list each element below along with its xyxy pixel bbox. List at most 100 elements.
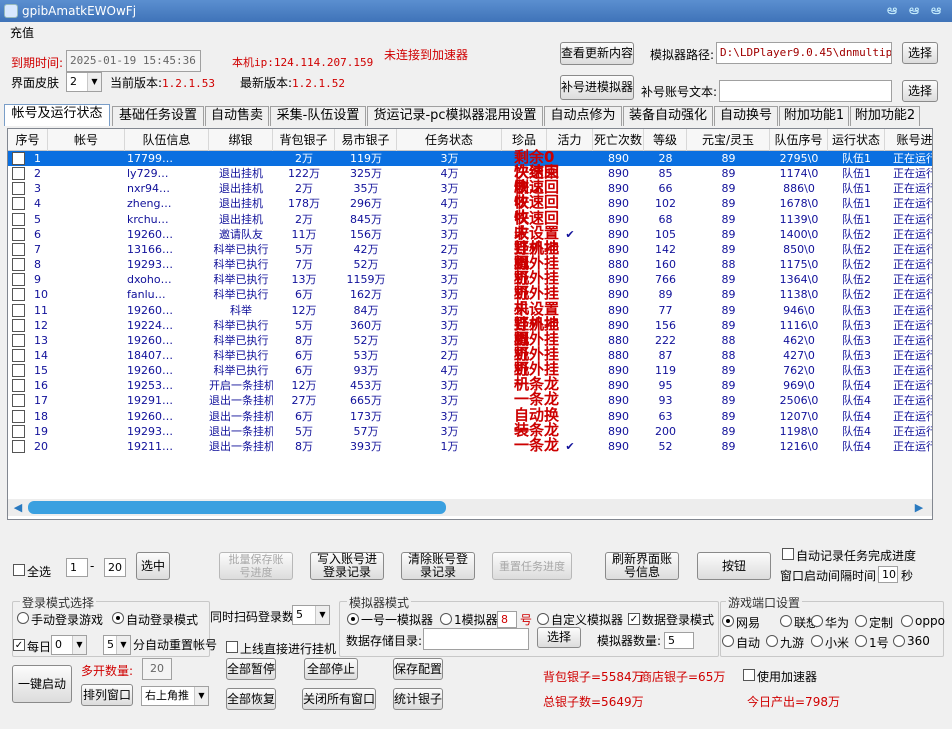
table-row[interactable]: 2 ly729… 退出挂机 122万 325万 4万 快速回收 890 85 89 1174\0 队伍… bbox=[8, 165, 932, 195]
game-port-radio[interactable] bbox=[901, 615, 913, 627]
tab-auto-sell[interactable]: 自动售卖 bbox=[205, 106, 269, 126]
custom-emulator-radio[interactable] bbox=[537, 613, 549, 625]
column-header[interactable]: 帐号 bbox=[48, 129, 125, 151]
select-range-button[interactable]: 选中 bbox=[136, 552, 170, 580]
column-header[interactable]: 账号进 bbox=[885, 129, 932, 151]
multi-count-input[interactable]: 8 bbox=[497, 611, 517, 628]
manual-login-radio[interactable] bbox=[17, 612, 29, 624]
window-interval-input[interactable]: 10 bbox=[878, 566, 898, 583]
scroll-left-icon[interactable]: ◀ bbox=[10, 499, 26, 516]
supplement-select-button[interactable]: 选择 bbox=[902, 80, 938, 102]
multi-open-input[interactable]: 20 bbox=[142, 658, 172, 680]
table-row[interactable]: 1 17799… 2万 119万 3万 剩余0次结束剧… 890 28 89 2795\0 队伍1 正… bbox=[8, 150, 932, 195]
table-row[interactable]: 15 19260… 科举已执行 6万 93万 4万 野外挂机 890 119 89 762\0 队伍3… bbox=[8, 362, 932, 392]
column-header[interactable]: 序号 bbox=[8, 129, 48, 151]
game-port-radio[interactable] bbox=[780, 615, 792, 627]
data-dir-input[interactable] bbox=[423, 628, 529, 650]
select-all-checkbox[interactable] bbox=[13, 564, 25, 576]
bulk-save-login-button[interactable]: 批量保存账号进度 bbox=[219, 552, 293, 580]
refresh-ui-button[interactable]: 刷新界面账号信息 bbox=[605, 552, 679, 580]
tab-equip-enhance[interactable]: 装备自动强化 bbox=[623, 106, 713, 126]
game-port-radio[interactable] bbox=[766, 635, 778, 647]
emulator-path-select-button[interactable]: 选择 bbox=[902, 42, 938, 64]
table-row[interactable]: 4 zheng… 退出挂机 178万 296万 4万 快速回收 890 102 89 1678\0 队… bbox=[8, 195, 932, 225]
table-row[interactable]: 7 13166… 科举已执行 5万 42万 2万 野外挂机 890 142 89 850\0 队伍2 正… bbox=[8, 240, 932, 270]
table-row[interactable]: 16 19253… 开启一条挂机 12万 453万 3万 一条龙 890 95 89 969\0 队伍… bbox=[8, 377, 932, 393]
emulator-count-input[interactable]: 5 bbox=[664, 632, 694, 649]
column-header[interactable]: 易市银子 bbox=[335, 129, 397, 151]
daily-checkbox[interactable]: ✓ bbox=[13, 639, 25, 651]
scrollbar-thumb[interactable] bbox=[28, 501, 446, 514]
game-port-radio[interactable] bbox=[893, 635, 905, 647]
reset-progress-button[interactable]: 重置任务进度 bbox=[492, 552, 572, 580]
scan-login-select[interactable]: 5 ▼ bbox=[292, 605, 330, 625]
game-port-radio[interactable] bbox=[722, 635, 734, 647]
table-row[interactable]: 12 19224… 科举已执行 5万 360万 3万 野外挂机 890 156 89 1116\0 队… bbox=[8, 316, 932, 346]
daily-hour-select[interactable]: 0 ▼ bbox=[51, 635, 87, 655]
table-row[interactable]: 18 19260… 退出一条挂机 6万 173万 3万 自动换装 890 63 89 1207\0 队… bbox=[8, 407, 932, 437]
generic-button[interactable]: 按钮 bbox=[697, 552, 771, 580]
pause-all-button[interactable]: 全部暂停 bbox=[226, 658, 276, 680]
daily-min-select[interactable]: 5 ▼ bbox=[103, 635, 131, 655]
tab-accounts[interactable]: 帐号及运行状态 bbox=[4, 104, 110, 126]
table-row[interactable]: 13 19260… 科举已执行 8万 52万 3万 野外挂机 880 222 88 462\0 队伍3… bbox=[8, 331, 932, 361]
tab-freight-records[interactable]: 货运记录-pc模拟器混用设置 bbox=[367, 106, 543, 126]
column-header[interactable]: 背包银子 bbox=[273, 129, 335, 151]
column-header[interactable]: 任务状态 bbox=[397, 129, 502, 151]
column-header[interactable]: 元宝/灵玉 bbox=[687, 129, 770, 151]
check-update-button[interactable]: 查看更新内容 bbox=[560, 42, 634, 65]
supplement-text-input[interactable] bbox=[719, 80, 892, 102]
table-row[interactable]: 9 dxoho… 科举已执行 13万 1159万 3万 野外挂机 890 766 89 1364\0… bbox=[8, 271, 932, 301]
clear-login-button[interactable]: 清除账号登录记录 bbox=[401, 552, 475, 580]
range-to-input[interactable]: 20 bbox=[104, 558, 126, 577]
auto-record-checkbox[interactable] bbox=[782, 548, 794, 560]
game-port-radio[interactable] bbox=[722, 615, 734, 627]
column-header[interactable]: 死亡次数 bbox=[593, 129, 644, 151]
tab-auto-switch[interactable]: 自动换号 bbox=[714, 106, 778, 126]
stop-all-button[interactable]: 全部停止 bbox=[304, 658, 358, 680]
table-row[interactable]: 11 19260… 科举 12万 84万 3万 未设置挂机地图 890 77 89 946\0 队伍3… bbox=[8, 301, 932, 346]
game-port-radio[interactable] bbox=[811, 615, 823, 627]
one-per-emulator-radio[interactable] bbox=[347, 613, 359, 625]
arrange-windows-button[interactable]: 排列窗口 bbox=[81, 684, 133, 706]
corner-select[interactable]: 右上角推 ▼ bbox=[141, 686, 209, 706]
table-row[interactable]: 6 19260… 邀请队友 11万 156万 3万 未设置挂机地图 ✔ 890 105 89 1400… bbox=[8, 225, 932, 270]
table-row[interactable]: 10 fanlu… 科举已执行 6万 162万 3万 野外挂机 890 89 89 1138\0 队伍… bbox=[8, 286, 932, 316]
data-login-checkbox[interactable]: ✓ bbox=[628, 613, 640, 625]
table-row[interactable]: 20 19211… 退出一条挂机 8万 393万 1万 一条龙 ✔ 890 52 89 1216\0 队… bbox=[8, 437, 932, 454]
table-row[interactable]: 17 19291… 退出一条挂机 27万 665万 3万 一条龙 890 93 89 2506\0 队… bbox=[8, 392, 932, 408]
column-header[interactable]: 等级 bbox=[644, 129, 687, 151]
minimize-icon[interactable]: ఆ bbox=[884, 4, 900, 18]
count-silver-button[interactable]: 统计银子 bbox=[393, 688, 443, 710]
auto-login-radio[interactable] bbox=[112, 612, 124, 624]
menu-recharge[interactable]: 充值 bbox=[10, 24, 34, 41]
range-from-input[interactable]: 1 bbox=[66, 558, 88, 577]
column-header[interactable]: 队伍序号 bbox=[770, 129, 828, 151]
skin-select[interactable]: 2 ▼ bbox=[66, 72, 102, 92]
column-header[interactable]: 绑银 bbox=[209, 129, 273, 151]
tab-extra-1[interactable]: 附加功能1 bbox=[779, 106, 849, 126]
tab-team-settings[interactable]: 采集-队伍设置 bbox=[270, 106, 366, 126]
table-row[interactable]: 5 krchu… 退出挂机 2万 845万 3万 快速回收 890 68 89 1139\0 队伍1 正… bbox=[8, 210, 932, 240]
column-header[interactable]: 运行状态 bbox=[828, 129, 885, 151]
table-row[interactable]: 14 18407… 科举已执行 6万 53万 2万 野外挂机 880 87 88 427\0 队伍3 正… bbox=[8, 346, 932, 376]
write-login-button[interactable]: 写入账号进登录记录 bbox=[310, 552, 384, 580]
data-dir-select-button[interactable]: 选择 bbox=[537, 627, 581, 648]
table-row[interactable]: 8 19293… 科举已执行 7万 52万 3万 野外挂机 880 160 88 1175\0 队伍2… bbox=[8, 256, 932, 286]
table-row[interactable]: 19 19293… 退出一条挂机 5万 57万 3万 一条龙 890 200 89 1198\0 队伍… bbox=[8, 422, 932, 439]
maximize-icon[interactable]: ఆ bbox=[906, 4, 922, 18]
save-config-button[interactable]: 保存配置 bbox=[393, 658, 443, 680]
direct-hang-checkbox[interactable] bbox=[226, 641, 238, 653]
one-click-start-button[interactable]: 一键启动 bbox=[12, 665, 72, 703]
tab-extra-2[interactable]: 附加功能2 bbox=[850, 106, 920, 126]
tab-basic-tasks[interactable]: 基础任务设置 bbox=[112, 106, 204, 126]
close-icon[interactable]: ఆ bbox=[928, 4, 944, 18]
tab-auto-cultivation[interactable]: 自动点修为 bbox=[544, 106, 622, 126]
use-accelerator-checkbox[interactable] bbox=[743, 669, 755, 681]
multi-per-emulator-radio[interactable] bbox=[440, 613, 452, 625]
resume-all-button[interactable]: 全部恢复 bbox=[226, 688, 276, 710]
supplement-emulator-button[interactable]: 补号进模拟器 bbox=[560, 75, 634, 100]
game-port-radio[interactable] bbox=[855, 615, 867, 627]
game-port-radio[interactable] bbox=[855, 635, 867, 647]
table-row[interactable]: 3 nxr94… 退出挂机 2万 35万 3万 快速回收 890 66 89 886\0 队伍1 正在运… bbox=[8, 180, 932, 210]
